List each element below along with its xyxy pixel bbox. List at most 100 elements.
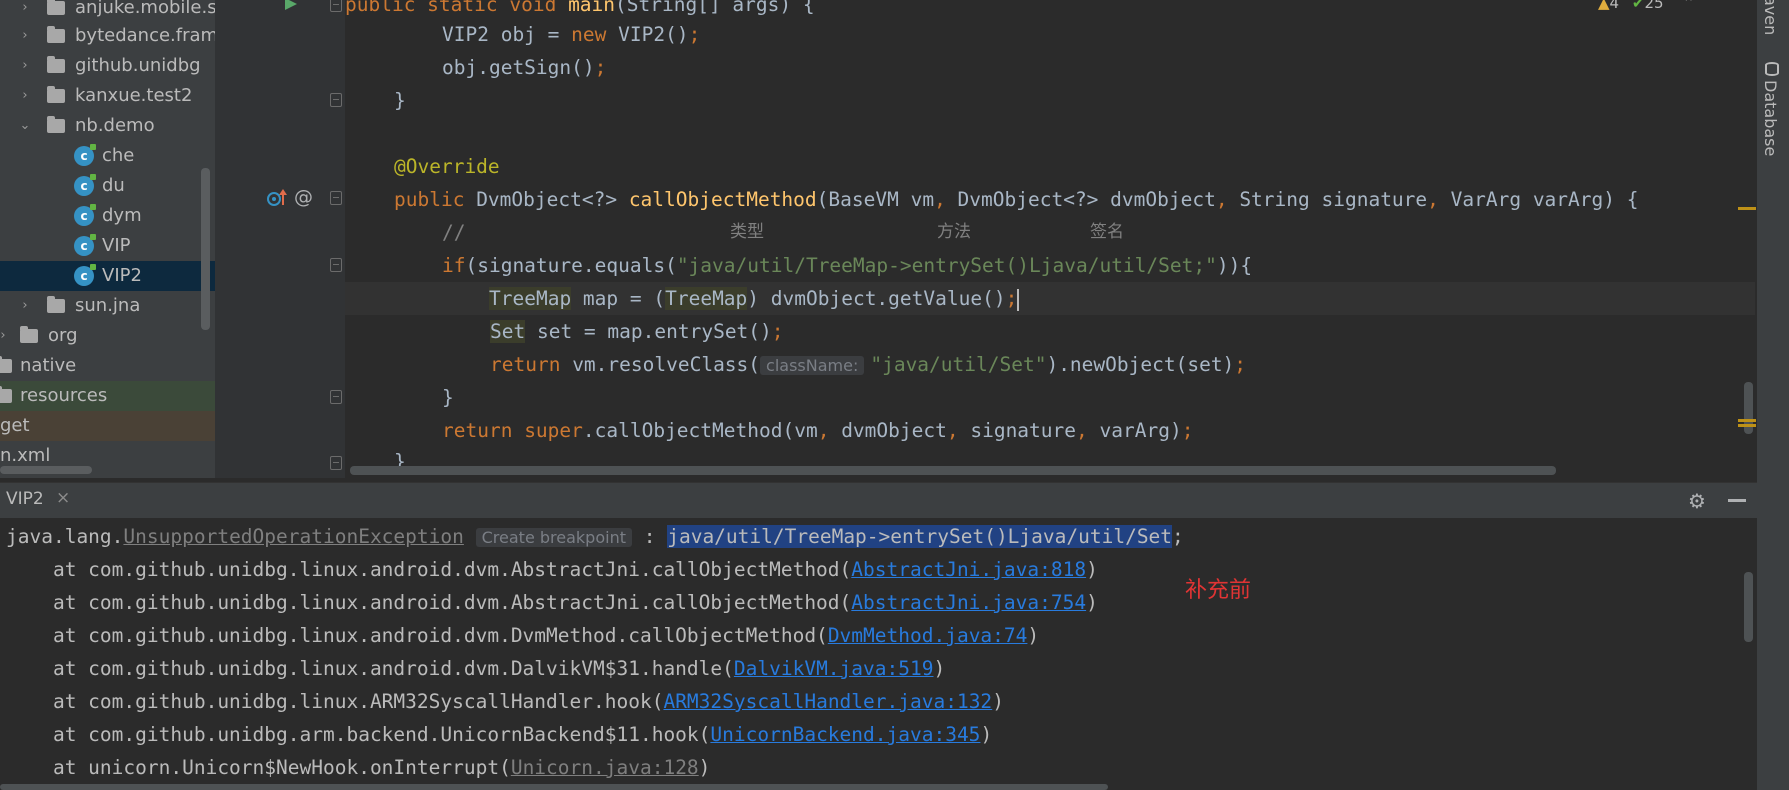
source-link[interactable]: ARM32SyscallHandler.java:132 bbox=[663, 690, 992, 713]
run-tab-vip2[interactable]: VIP2 bbox=[6, 489, 44, 509]
sidebar-scrollbar[interactable] bbox=[201, 168, 210, 330]
folder-icon bbox=[47, 26, 65, 43]
console-horizontal-scrollbar[interactable] bbox=[0, 784, 1108, 790]
stack-line: at com.github.unidbg.arm.backend.Unicorn… bbox=[6, 723, 993, 746]
database-tool-button[interactable]: Database bbox=[1761, 80, 1780, 156]
override-method-icon[interactable] bbox=[266, 188, 290, 208]
tree-item-dym[interactable]: c dym bbox=[0, 201, 215, 231]
text-caret bbox=[1017, 288, 1020, 311]
tree-item-du[interactable]: c du bbox=[0, 171, 215, 201]
code-line-86: VIP2 obj = new VIP2(); bbox=[442, 23, 701, 46]
tree-item-vip2[interactable]: c VIP2 bbox=[0, 261, 215, 291]
tree-item-resources[interactable]: resources bbox=[0, 381, 215, 411]
editor-gutter: 85 86 87 88 89 90 91 92 93 94 95 96 97 9… bbox=[215, 0, 345, 478]
tree-item-label: org bbox=[48, 325, 78, 346]
inspection-badge[interactable]: ▲4 ✔25 ⌃ bbox=[1598, 0, 1695, 12]
code-editor[interactable]: public static void main(String[] args) {… bbox=[345, 0, 1755, 478]
run-console[interactable]: java.lang.UnsupportedOperationException … bbox=[0, 518, 1757, 790]
line-number: 95 bbox=[215, 321, 345, 341]
warning-stripe[interactable] bbox=[1738, 207, 1756, 210]
fold-marker-icon[interactable] bbox=[330, 390, 342, 404]
tree-item-target[interactable]: get bbox=[0, 411, 215, 441]
code-line-97: } bbox=[442, 386, 454, 409]
chevron-right-icon[interactable]: › bbox=[18, 51, 32, 81]
line-number: 98 bbox=[215, 420, 345, 440]
selected-message: java/util/TreeMap->entrySet()Ljava/util/… bbox=[667, 525, 1173, 548]
annotation-note: 补充前 bbox=[1185, 578, 1252, 603]
tree-item-vip[interactable]: c VIP bbox=[0, 231, 215, 261]
annotation-at-icon[interactable]: @ bbox=[294, 186, 313, 208]
tree-item-github-unidbg[interactable]: › github.unidbg bbox=[0, 51, 215, 81]
resources-folder-icon bbox=[0, 386, 12, 403]
line-number: 90 bbox=[215, 156, 345, 176]
source-link[interactable]: DvmMethod.java:74 bbox=[828, 624, 1028, 647]
fold-marker-icon[interactable] bbox=[330, 456, 342, 470]
warning-stripe[interactable] bbox=[1738, 424, 1756, 427]
parameter-hint: className: bbox=[760, 356, 865, 375]
line-number: 88 bbox=[215, 90, 345, 110]
tree-item-native[interactable]: native bbox=[0, 351, 215, 381]
console-vertical-scrollbar[interactable] bbox=[1744, 572, 1753, 642]
exception-link[interactable]: UnsupportedOperationException bbox=[123, 525, 463, 548]
line-number: 97 bbox=[215, 387, 345, 407]
collapse-icon[interactable]: ⌃ bbox=[1682, 0, 1695, 12]
sidebar-horizontal-scrollbar[interactable] bbox=[0, 466, 92, 474]
stack-line: at com.github.unidbg.linux.android.dvm.A… bbox=[6, 591, 1098, 614]
weak-warning-icon: ✔ bbox=[1631, 0, 1645, 12]
folder-icon bbox=[47, 56, 65, 73]
tree-item-label: get bbox=[0, 415, 30, 436]
run-icon[interactable] bbox=[283, 0, 299, 10]
source-link[interactable]: AbstractJni.java:754 bbox=[851, 591, 1086, 614]
class-icon: c bbox=[74, 144, 96, 166]
tree-item-org[interactable]: › org bbox=[0, 321, 215, 351]
line-number: 89 bbox=[215, 123, 345, 143]
fold-marker-icon[interactable] bbox=[330, 0, 342, 12]
line-number: 92 bbox=[215, 222, 345, 242]
gear-icon[interactable]: ⚙ bbox=[1688, 489, 1706, 513]
code-line-94: TreeMap map = (TreeMap) dvmObject.getVal… bbox=[345, 282, 1755, 315]
tree-item-label: native bbox=[20, 355, 77, 376]
source-link[interactable]: UnicornBackend.java:345 bbox=[710, 723, 980, 746]
chevron-right-icon[interactable]: › bbox=[18, 0, 32, 23]
close-icon[interactable]: × bbox=[56, 488, 70, 508]
code-line-95: Set set = map.entrySet(); bbox=[490, 320, 784, 343]
tree-item-anjuke[interactable]: › anjuke.mobile.sic bbox=[0, 0, 215, 23]
chevron-right-icon[interactable]: › bbox=[18, 81, 32, 111]
line-number: 85 bbox=[215, 0, 345, 14]
tree-item-label: resources bbox=[20, 385, 108, 406]
fold-marker-icon[interactable] bbox=[330, 191, 342, 205]
tree-item-label: kanxue.test2 bbox=[75, 85, 193, 106]
source-link[interactable]: AbstractJni.java:818 bbox=[851, 558, 1086, 581]
create-breakpoint-button[interactable]: Create breakpoint bbox=[475, 528, 632, 547]
code-line-87: obj.getSign(); bbox=[442, 56, 607, 79]
warning-stripe[interactable] bbox=[1738, 419, 1756, 422]
fold-marker-icon[interactable] bbox=[330, 93, 342, 107]
fold-marker-icon[interactable] bbox=[330, 258, 342, 272]
tree-item-nb-demo[interactable]: ⌄ nb.demo bbox=[0, 111, 215, 141]
source-link[interactable]: DalvikVM.java:519 bbox=[734, 657, 934, 680]
source-link[interactable]: Unicorn.java:128 bbox=[511, 756, 699, 779]
tree-item-che[interactable]: c che bbox=[0, 141, 215, 171]
tree-item-label: dym bbox=[102, 205, 142, 226]
tree-item-kanxue-test2[interactable]: › kanxue.test2 bbox=[0, 81, 215, 111]
editor-horizontal-scrollbar[interactable] bbox=[350, 466, 1556, 475]
minimize-icon[interactable] bbox=[1728, 499, 1746, 502]
tree-item-label: VIP bbox=[102, 235, 131, 256]
maven-tool-button[interactable]: aven bbox=[1761, 0, 1780, 35]
class-icon: c bbox=[74, 264, 96, 286]
chevron-down-icon[interactable]: ⌄ bbox=[18, 111, 32, 141]
class-icon: c bbox=[74, 234, 96, 256]
line-number: 94 bbox=[215, 288, 345, 308]
console-exception-line: java.lang.UnsupportedOperationException … bbox=[6, 525, 1184, 548]
tree-item-label: nb.demo bbox=[75, 115, 155, 136]
stack-line: at unicorn.Unicorn$NewHook.onInterrupt(U… bbox=[6, 756, 711, 779]
tree-item-bytedance[interactable]: › bytedance.frame bbox=[0, 21, 215, 51]
chevron-right-icon[interactable]: › bbox=[0, 321, 10, 351]
tree-item-label: anjuke.mobile.sic bbox=[75, 0, 215, 18]
chevron-right-icon[interactable]: › bbox=[18, 21, 32, 51]
tree-item-sun-jna[interactable]: › sun.jna bbox=[0, 291, 215, 321]
line-number: 87 bbox=[215, 57, 345, 77]
folder-icon bbox=[0, 356, 12, 373]
chevron-right-icon[interactable]: › bbox=[18, 291, 32, 321]
code-line-93: if(signature.equals("java/util/TreeMap->… bbox=[442, 254, 1253, 277]
